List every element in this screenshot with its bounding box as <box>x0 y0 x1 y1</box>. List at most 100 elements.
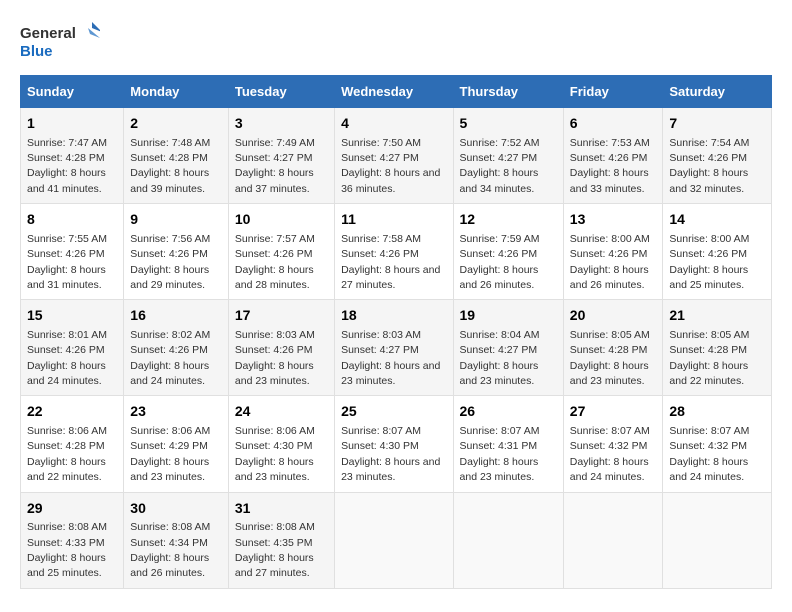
sunrise-info: Sunrise: 7:54 AM <box>669 137 749 149</box>
cell-week5-day6 <box>663 492 772 588</box>
week-row-1: 1 Sunrise: 7:47 AM Sunset: 4:28 PM Dayli… <box>21 108 772 204</box>
cell-week4-day1: 23 Sunrise: 8:06 AM Sunset: 4:29 PM Dayl… <box>124 396 229 492</box>
daylight-info: Daylight: 8 hours and 22 minutes. <box>27 456 106 483</box>
cell-week4-day4: 26 Sunrise: 8:07 AM Sunset: 4:31 PM Dayl… <box>453 396 563 492</box>
sunrise-info: Sunrise: 7:56 AM <box>130 233 210 245</box>
cell-week2-day0: 8 Sunrise: 7:55 AM Sunset: 4:26 PM Dayli… <box>21 204 124 300</box>
daylight-info: Daylight: 8 hours and 23 minutes. <box>460 360 539 387</box>
cell-week2-day4: 12 Sunrise: 7:59 AM Sunset: 4:26 PM Dayl… <box>453 204 563 300</box>
daylight-info: Daylight: 8 hours and 32 minutes. <box>669 167 748 194</box>
sunrise-info: Sunrise: 8:08 AM <box>235 521 315 533</box>
day-number: 1 <box>27 114 117 134</box>
daylight-info: Daylight: 8 hours and 26 minutes. <box>570 264 649 291</box>
sunrise-info: Sunrise: 8:07 AM <box>669 425 749 437</box>
cell-week5-day0: 29 Sunrise: 8:08 AM Sunset: 4:33 PM Dayl… <box>21 492 124 588</box>
week-row-2: 8 Sunrise: 7:55 AM Sunset: 4:26 PM Dayli… <box>21 204 772 300</box>
cell-week2-day1: 9 Sunrise: 7:56 AM Sunset: 4:26 PM Dayli… <box>124 204 229 300</box>
cell-week2-day3: 11 Sunrise: 7:58 AM Sunset: 4:26 PM Dayl… <box>335 204 453 300</box>
cell-week3-day2: 17 Sunrise: 8:03 AM Sunset: 4:26 PM Dayl… <box>228 300 334 396</box>
daylight-info: Daylight: 8 hours and 34 minutes. <box>460 167 539 194</box>
sunset-info: Sunset: 4:28 PM <box>669 344 747 356</box>
sunrise-info: Sunrise: 7:50 AM <box>341 137 421 149</box>
daylight-info: Daylight: 8 hours and 26 minutes. <box>460 264 539 291</box>
sunrise-info: Sunrise: 8:06 AM <box>235 425 315 437</box>
sunset-info: Sunset: 4:34 PM <box>130 537 208 549</box>
sunset-info: Sunset: 4:26 PM <box>130 248 208 260</box>
cell-week5-day2: 31 Sunrise: 8:08 AM Sunset: 4:35 PM Dayl… <box>228 492 334 588</box>
week-row-3: 15 Sunrise: 8:01 AM Sunset: 4:26 PM Dayl… <box>21 300 772 396</box>
sunrise-info: Sunrise: 8:00 AM <box>669 233 749 245</box>
sunset-info: Sunset: 4:28 PM <box>570 344 648 356</box>
sunrise-info: Sunrise: 8:05 AM <box>570 329 650 341</box>
calendar-header-row: SundayMondayTuesdayWednesdayThursdayFrid… <box>21 76 772 108</box>
daylight-info: Daylight: 8 hours and 24 minutes. <box>27 360 106 387</box>
week-row-5: 29 Sunrise: 8:08 AM Sunset: 4:33 PM Dayl… <box>21 492 772 588</box>
sunset-info: Sunset: 4:26 PM <box>669 152 747 164</box>
day-number: 4 <box>341 114 446 134</box>
header: General Blue <box>20 20 772 65</box>
header-saturday: Saturday <box>663 76 772 108</box>
sunrise-info: Sunrise: 8:01 AM <box>27 329 107 341</box>
sunset-info: Sunset: 4:28 PM <box>27 440 105 452</box>
cell-week3-day1: 16 Sunrise: 8:02 AM Sunset: 4:26 PM Dayl… <box>124 300 229 396</box>
sunrise-info: Sunrise: 7:47 AM <box>27 137 107 149</box>
day-number: 27 <box>570 402 657 422</box>
cell-week3-day0: 15 Sunrise: 8:01 AM Sunset: 4:26 PM Dayl… <box>21 300 124 396</box>
day-number: 21 <box>669 306 765 326</box>
cell-week1-day5: 6 Sunrise: 7:53 AM Sunset: 4:26 PM Dayli… <box>563 108 663 204</box>
cell-week1-day0: 1 Sunrise: 7:47 AM Sunset: 4:28 PM Dayli… <box>21 108 124 204</box>
cell-week4-day3: 25 Sunrise: 8:07 AM Sunset: 4:30 PM Dayl… <box>335 396 453 492</box>
day-number: 3 <box>235 114 328 134</box>
header-thursday: Thursday <box>453 76 563 108</box>
sunrise-info: Sunrise: 8:08 AM <box>27 521 107 533</box>
cell-week2-day2: 10 Sunrise: 7:57 AM Sunset: 4:26 PM Dayl… <box>228 204 334 300</box>
daylight-info: Daylight: 8 hours and 23 minutes. <box>460 456 539 483</box>
daylight-info: Daylight: 8 hours and 33 minutes. <box>570 167 649 194</box>
sunset-info: Sunset: 4:31 PM <box>460 440 538 452</box>
sunset-info: Sunset: 4:26 PM <box>341 248 419 260</box>
daylight-info: Daylight: 8 hours and 24 minutes. <box>130 360 209 387</box>
sunrise-info: Sunrise: 8:00 AM <box>570 233 650 245</box>
daylight-info: Daylight: 8 hours and 39 minutes. <box>130 167 209 194</box>
sunset-info: Sunset: 4:28 PM <box>130 152 208 164</box>
sunset-info: Sunset: 4:27 PM <box>460 152 538 164</box>
sunrise-info: Sunrise: 7:57 AM <box>235 233 315 245</box>
cell-week4-day0: 22 Sunrise: 8:06 AM Sunset: 4:28 PM Dayl… <box>21 396 124 492</box>
sunset-info: Sunset: 4:27 PM <box>341 152 419 164</box>
day-number: 31 <box>235 499 328 519</box>
daylight-info: Daylight: 8 hours and 27 minutes. <box>341 264 440 291</box>
sunset-info: Sunset: 4:32 PM <box>669 440 747 452</box>
svg-text:Blue: Blue <box>20 43 53 60</box>
day-number: 29 <box>27 499 117 519</box>
cell-week1-day3: 4 Sunrise: 7:50 AM Sunset: 4:27 PM Dayli… <box>335 108 453 204</box>
daylight-info: Daylight: 8 hours and 23 minutes. <box>341 456 440 483</box>
sunrise-info: Sunrise: 8:07 AM <box>570 425 650 437</box>
day-number: 24 <box>235 402 328 422</box>
cell-week1-day6: 7 Sunrise: 7:54 AM Sunset: 4:26 PM Dayli… <box>663 108 772 204</box>
daylight-info: Daylight: 8 hours and 25 minutes. <box>669 264 748 291</box>
day-number: 19 <box>460 306 557 326</box>
daylight-info: Daylight: 8 hours and 27 minutes. <box>235 552 314 579</box>
day-number: 22 <box>27 402 117 422</box>
day-number: 17 <box>235 306 328 326</box>
daylight-info: Daylight: 8 hours and 29 minutes. <box>130 264 209 291</box>
daylight-info: Daylight: 8 hours and 24 minutes. <box>669 456 748 483</box>
day-number: 15 <box>27 306 117 326</box>
day-number: 8 <box>27 210 117 230</box>
sunrise-info: Sunrise: 7:58 AM <box>341 233 421 245</box>
cell-week1-day2: 3 Sunrise: 7:49 AM Sunset: 4:27 PM Dayli… <box>228 108 334 204</box>
sunset-info: Sunset: 4:26 PM <box>570 152 648 164</box>
sunset-info: Sunset: 4:26 PM <box>27 248 105 260</box>
day-number: 28 <box>669 402 765 422</box>
cell-week3-day5: 20 Sunrise: 8:05 AM Sunset: 4:28 PM Dayl… <box>563 300 663 396</box>
day-number: 25 <box>341 402 446 422</box>
sunrise-info: Sunrise: 8:08 AM <box>130 521 210 533</box>
day-number: 20 <box>570 306 657 326</box>
cell-week2-day6: 14 Sunrise: 8:00 AM Sunset: 4:26 PM Dayl… <box>663 204 772 300</box>
header-sunday: Sunday <box>21 76 124 108</box>
daylight-info: Daylight: 8 hours and 25 minutes. <box>27 552 106 579</box>
sunset-info: Sunset: 4:26 PM <box>570 248 648 260</box>
sunrise-info: Sunrise: 7:52 AM <box>460 137 540 149</box>
sunrise-info: Sunrise: 8:07 AM <box>341 425 421 437</box>
sunset-info: Sunset: 4:27 PM <box>460 344 538 356</box>
